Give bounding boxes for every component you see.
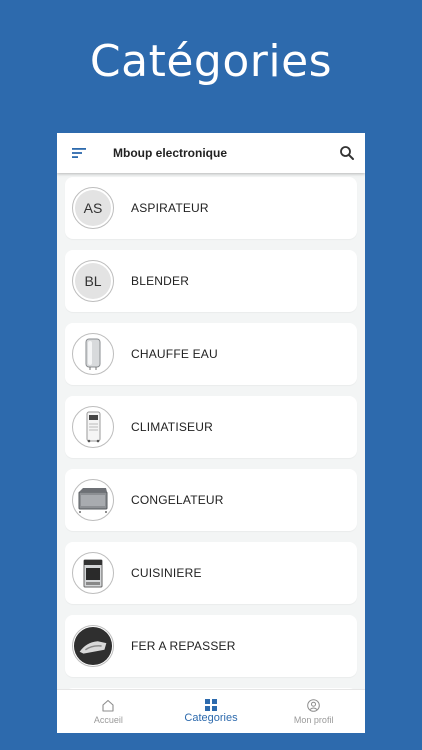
category-item-cuisiniere[interactable]: CUISINIERE — [65, 542, 357, 604]
category-item-aspirateur[interactable]: AS ASPIRATEUR — [65, 177, 357, 239]
search-icon[interactable] — [329, 133, 365, 173]
tab-categories[interactable]: Categories — [160, 690, 263, 733]
category-item-climatiseur[interactable]: CLIMATISEUR — [65, 396, 357, 458]
tab-accueil[interactable]: Accueil — [57, 690, 160, 733]
grid-icon — [205, 699, 217, 711]
category-label: CHAUFFE EAU — [131, 347, 218, 361]
initials-avatar: BL — [72, 260, 114, 302]
category-label: FER A REPASSER — [131, 639, 236, 653]
sort-menu-icon[interactable] — [59, 133, 99, 173]
tab-label: Accueil — [93, 714, 123, 725]
bottom-tab-bar: Accueil Categories Mon profil — [57, 689, 365, 733]
phone-screen: Mboup electronique AS ASPIRATEUR BL BLEN… — [57, 133, 365, 733]
freezer-image — [72, 479, 114, 521]
iron-image — [72, 625, 114, 667]
air-conditioner-image — [72, 406, 114, 448]
category-item-congelateur[interactable]: CONGELATEUR — [65, 469, 357, 531]
water-heater-image — [72, 333, 114, 375]
tab-label: Categories — [184, 712, 238, 724]
category-label: ASPIRATEUR — [131, 201, 209, 215]
initials-avatar: AS — [72, 187, 114, 229]
category-label: CUISINIERE — [131, 566, 202, 580]
category-item-blender[interactable]: BL BLENDER — [65, 250, 357, 312]
category-label: CONGELATEUR — [131, 493, 224, 507]
category-label: CLIMATISEUR — [131, 420, 213, 434]
home-icon — [102, 699, 114, 712]
app-bar: Mboup electronique — [57, 133, 365, 173]
page-hero-title: Catégories — [89, 36, 333, 87]
category-list: AS ASPIRATEUR BL BLENDER CHAUFFE EAU CLI… — [57, 173, 365, 689]
category-item-chauffe-eau[interactable]: CHAUFFE EAU — [65, 323, 357, 385]
category-item-fer-a-repasser[interactable]: FER A REPASSER — [65, 615, 357, 677]
cooker-image — [72, 552, 114, 594]
category-label: BLENDER — [131, 274, 190, 288]
tab-label: Mon profil — [293, 714, 334, 725]
tab-mon-profil[interactable]: Mon profil — [262, 690, 365, 733]
profile-icon — [307, 698, 320, 712]
app-title: Mboup electronique — [113, 146, 227, 160]
